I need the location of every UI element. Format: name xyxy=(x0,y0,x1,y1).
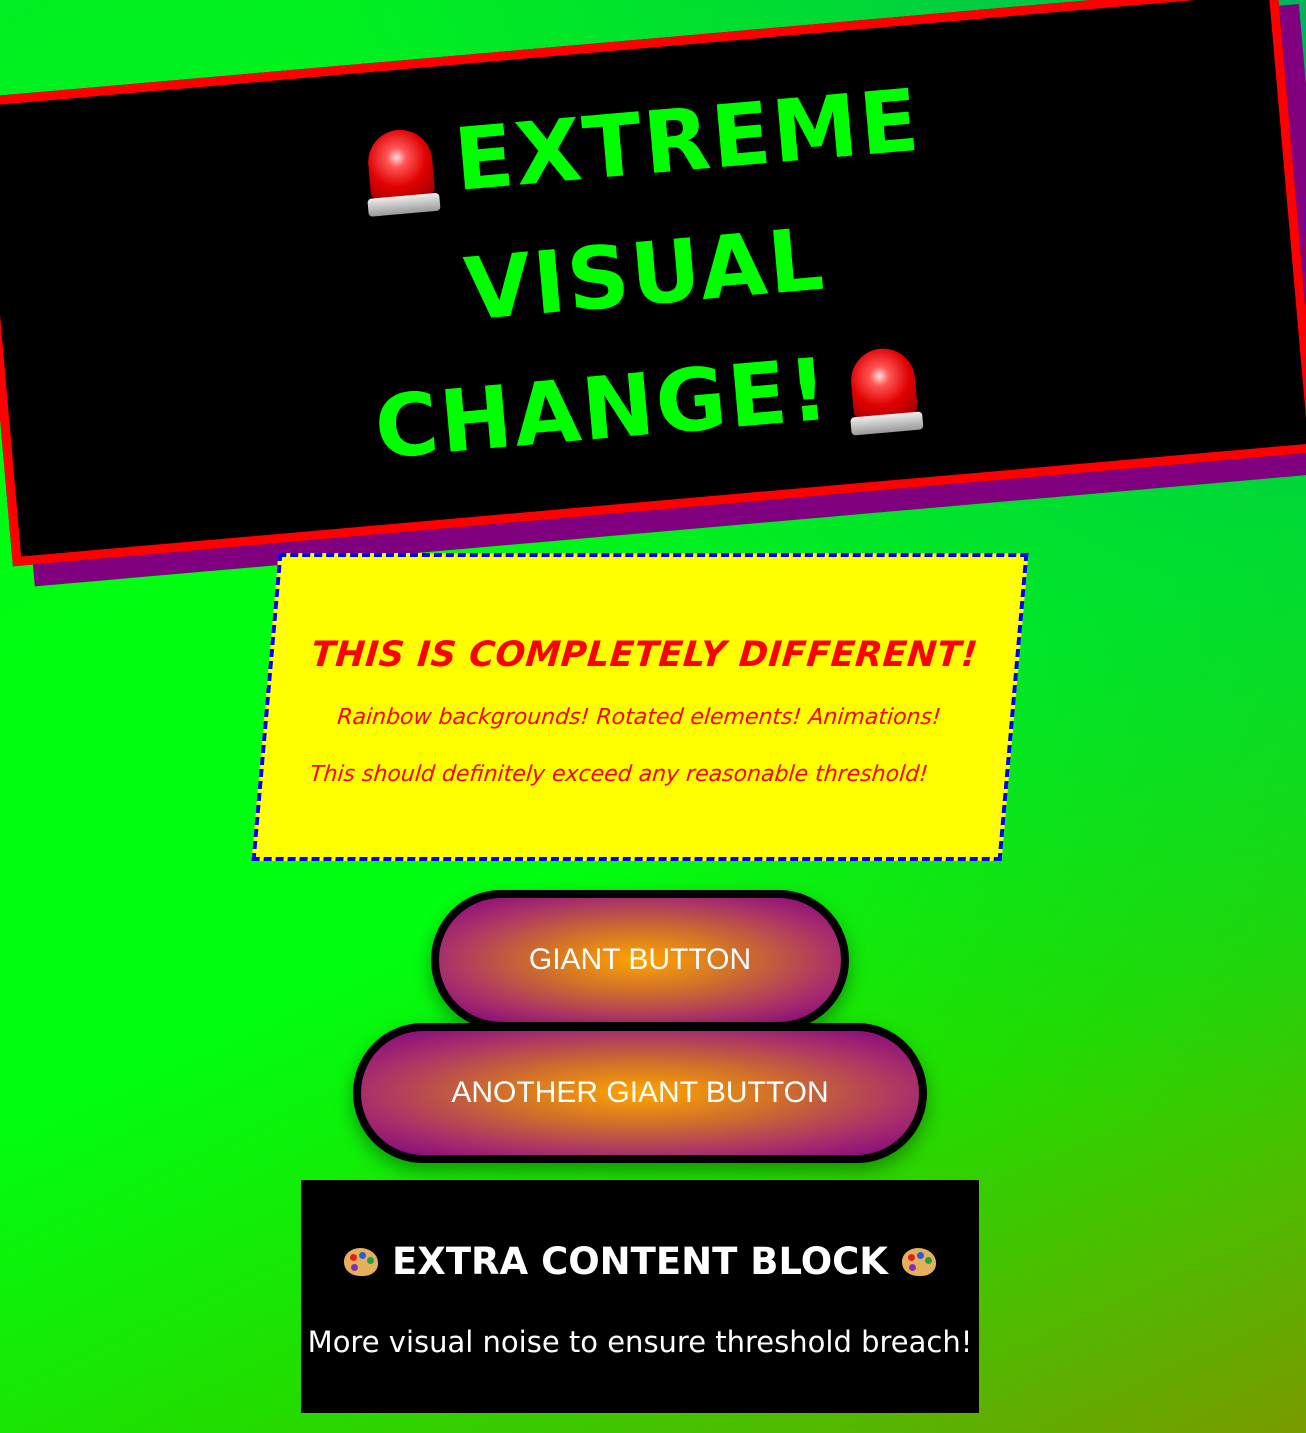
title-line-1: EXTREME VISUAL xyxy=(450,70,925,341)
page-title: EXTREME VISUAL CHANGE! xyxy=(150,39,1140,511)
police-siren-icon xyxy=(844,341,924,439)
notice-card: THIS IS COMPLETELY DIFFERENT! Rainbow ba… xyxy=(251,553,1029,861)
artist-palette-icon xyxy=(901,1247,936,1276)
another-giant-button[interactable]: ANOTHER GIANT BUTTON xyxy=(353,1023,927,1163)
artist-palette-icon xyxy=(344,1247,379,1276)
title-line-2: CHANGE! xyxy=(370,339,835,479)
police-siren-icon xyxy=(362,122,442,220)
extra-content-block: EXTRA CONTENT BLOCK More visual noise to… xyxy=(301,1180,979,1413)
extra-title: EXTRA CONTENT BLOCK xyxy=(392,1240,888,1283)
card-line-2: This should definitely exceed any reason… xyxy=(309,762,930,787)
giant-button[interactable]: GIANT BUTTON xyxy=(431,890,849,1030)
card-heading: THIS IS COMPLETELY DIFFERENT! xyxy=(309,635,980,675)
card-line-1: Rainbow backgrounds! Rotated elements! A… xyxy=(336,705,942,730)
extra-title-row: EXTRA CONTENT BLOCK xyxy=(301,1240,979,1283)
extra-text: More visual noise to ensure threshold br… xyxy=(307,1325,973,1359)
